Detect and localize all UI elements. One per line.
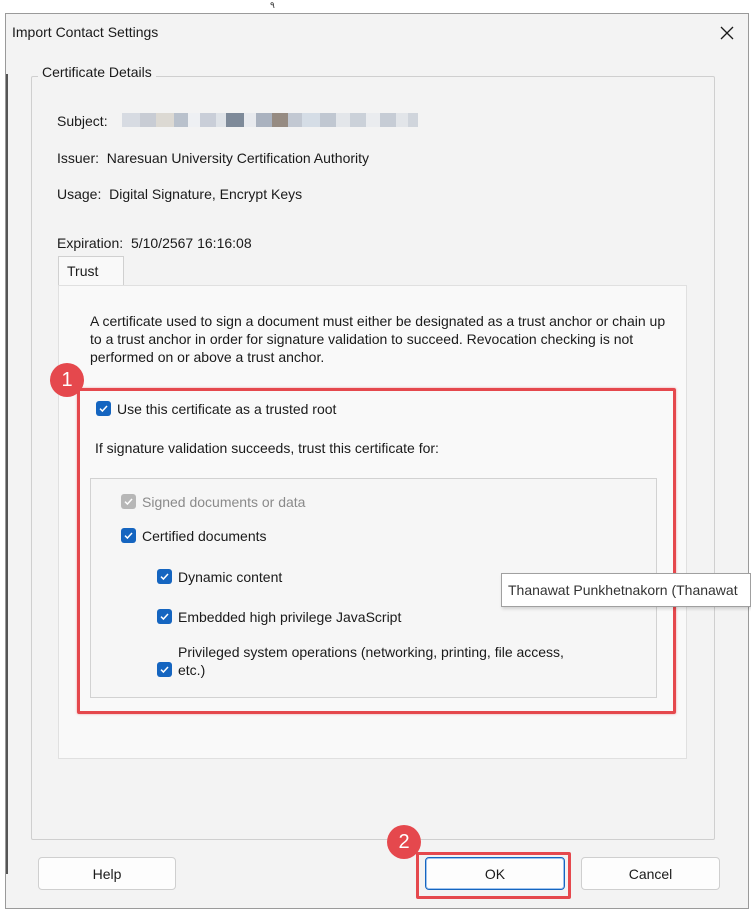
close-button[interactable]: [712, 18, 742, 48]
subject-value-redacted: [122, 113, 418, 127]
expiration-label: Expiration:: [57, 235, 124, 251]
top-strip: ٩: [0, 0, 751, 14]
annotation-highlight-trust-options: [77, 388, 676, 714]
expiration-row: Expiration: 5/10/2567 16:16:08: [57, 235, 252, 251]
certificate-details-legend: Certificate Details: [38, 64, 156, 80]
left-edge-bar: [6, 74, 8, 874]
close-icon: [720, 26, 734, 40]
annotation-badge-1: 1: [50, 363, 84, 397]
user-tooltip: Thanawat Punkhetnakorn (Thanawat: [501, 573, 751, 607]
trust-description: A certificate used to sign a document mu…: [90, 313, 666, 365]
usage-value: Digital Signature, Encrypt Keys: [109, 186, 303, 202]
top-tick-glyph: ٩: [270, 0, 275, 10]
issuer-label: Issuer:: [57, 150, 100, 166]
title-bar: Import Contact Settings: [6, 14, 748, 52]
help-button[interactable]: Help: [38, 857, 176, 890]
cancel-button[interactable]: Cancel: [581, 857, 720, 890]
tab-trust[interactable]: Trust: [58, 256, 124, 287]
dialog-title: Import Contact Settings: [12, 24, 159, 40]
annotation-highlight-ok: [416, 852, 571, 899]
usage-row: Usage: Digital Signature, Encrypt Keys: [57, 186, 302, 202]
usage-label: Usage:: [57, 186, 102, 202]
expiration-value: 5/10/2567 16:16:08: [130, 235, 252, 251]
issuer-row: Issuer: Naresuan University Certificatio…: [57, 150, 369, 166]
subject-label: Subject:: [57, 113, 108, 129]
annotation-badge-2: 2: [387, 825, 421, 859]
issuer-value: Naresuan University Certification Author…: [106, 150, 370, 166]
